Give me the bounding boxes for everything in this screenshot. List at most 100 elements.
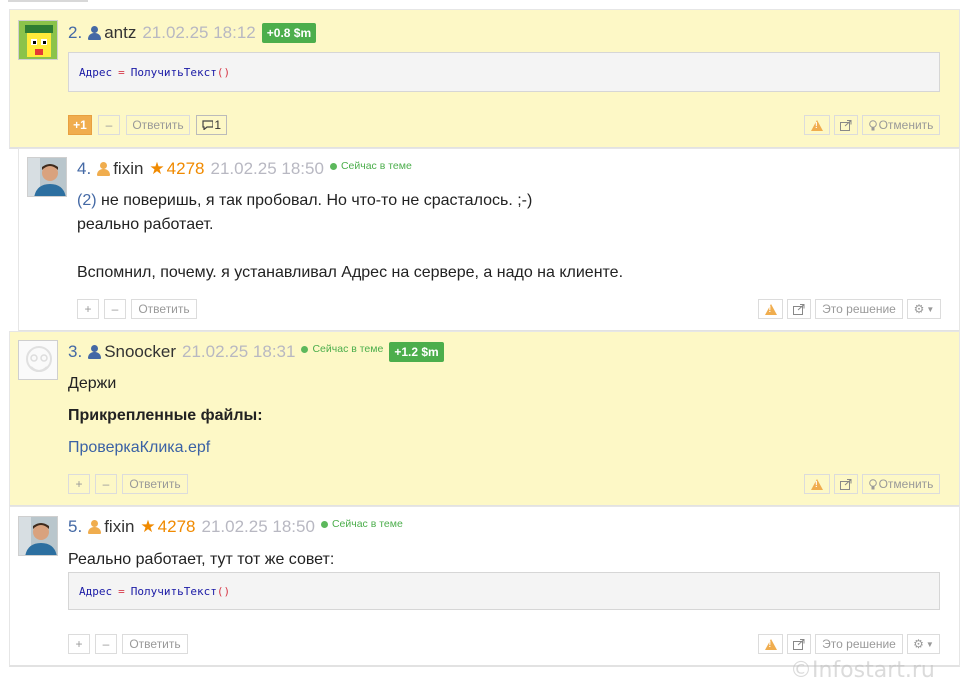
author-rating: 4278 — [166, 159, 205, 178]
warning-icon — [764, 303, 777, 315]
post-text: не поверишь, я так пробовал. Но что-то н… — [101, 192, 533, 209]
report-button[interactable] — [758, 299, 783, 319]
user-icon — [88, 520, 102, 534]
post-number[interactable]: 5. — [68, 517, 82, 537]
share-icon — [840, 478, 852, 490]
warning-icon — [764, 638, 777, 650]
share-icon — [840, 119, 852, 131]
minus-button[interactable]: – — [104, 299, 126, 319]
online-status: Сейчас в теме — [329, 160, 412, 172]
code-operator: = — [118, 584, 125, 598]
avatar-fixin[interactable] — [27, 157, 67, 197]
code-function: ПолучитьТекст — [130, 65, 217, 79]
post-number[interactable]: 4. — [77, 159, 91, 179]
author-name[interactable]: antz — [104, 23, 136, 43]
post-text: Держи — [68, 375, 117, 392]
warning-icon — [811, 119, 823, 131]
code-parens: () — [216, 65, 231, 79]
post-text-line-3: Вспомнил, почему. я устанавливал Адрес н… — [77, 264, 624, 281]
comments-count-button[interactable]: 1 — [196, 115, 227, 135]
user-icon — [88, 345, 102, 359]
post-date[interactable]: 21.02.25 18:50 — [202, 517, 315, 537]
caret-down-icon: ▼ — [926, 304, 935, 314]
report-button[interactable] — [804, 474, 830, 494]
code-identifier: Адрес — [79, 65, 113, 79]
post-number[interactable]: 3. — [68, 342, 82, 362]
share-button[interactable] — [834, 474, 858, 494]
plus-one-button[interactable]: +1 — [68, 115, 92, 135]
post-date[interactable]: 21.02.25 18:50 — [211, 159, 324, 179]
mark-solution-button[interactable]: Это решение — [815, 634, 903, 654]
settings-dropdown-button[interactable]: ⚙ ▼ — [907, 634, 940, 654]
avatar-fixin[interactable] — [18, 516, 58, 556]
post-header: 2. antz 21.02.25 18:12 +0.8 $m — [68, 22, 317, 44]
attachments-label: Прикрепленные файлы: — [68, 407, 263, 424]
avatar-fixin-image — [19, 517, 57, 555]
comment-icon — [202, 120, 214, 130]
avatar-snoocker-image — [19, 341, 57, 379]
settings-dropdown-button[interactable]: ⚙ ▼ — [907, 299, 941, 319]
post-text-line-1: (2) не поверишь, я так пробовал. Но что-… — [77, 189, 532, 213]
share-button[interactable] — [787, 299, 811, 319]
comments-count: 1 — [214, 118, 221, 132]
online-label: Сейчас в теме — [312, 343, 384, 355]
plus-button[interactable]: + — [77, 299, 99, 319]
avatar-antz[interactable] — [18, 20, 58, 60]
warning-icon — [811, 478, 823, 490]
share-button[interactable] — [834, 115, 858, 135]
post-header: 3. Snoocker 21.02.25 18:31 Сейчас в теме… — [68, 341, 444, 363]
code-identifier: Адрес — [79, 584, 113, 598]
reply-button[interactable]: Ответить — [122, 474, 188, 494]
mark-solution-button[interactable]: Это решение — [815, 299, 903, 319]
user-icon — [97, 162, 111, 176]
bulb-icon — [868, 119, 877, 130]
cancel-button[interactable]: Отменить — [862, 115, 940, 135]
reply-button[interactable]: Ответить — [122, 634, 188, 654]
bulb-icon — [868, 478, 877, 489]
avatar-fixin-image — [28, 158, 66, 196]
code-block: Адрес = ПолучитьТекст () — [68, 52, 940, 92]
post-header: 4. fixin ★ 4278 21.02.25 18:50 Сейчас в … — [77, 158, 418, 180]
share-button[interactable] — [787, 634, 811, 654]
plus-button[interactable]: + — [68, 634, 90, 654]
share-icon — [793, 303, 805, 315]
code-operator: = — [118, 65, 125, 79]
report-button[interactable] — [758, 634, 783, 654]
author-name[interactable]: Snoocker — [104, 342, 176, 362]
post-date[interactable]: 21.02.25 18:31 — [182, 342, 295, 362]
gear-icon: ⚙ — [913, 302, 925, 316]
star-icon: ★ — [140, 517, 156, 536]
top-divider — [8, 0, 88, 2]
cancel-button[interactable]: Отменить — [862, 474, 940, 494]
post-number[interactable]: 2. — [68, 23, 82, 43]
attachment-file-link[interactable]: ПроверкаКлика.epf — [68, 439, 210, 457]
code-block: Адрес = ПолучитьТекст () — [68, 572, 940, 610]
gear-icon: ⚙ — [913, 637, 924, 651]
online-status: Сейчас в теме — [320, 518, 403, 530]
minus-button[interactable]: – — [98, 115, 120, 135]
cancel-label: Отменить — [878, 477, 934, 491]
report-button[interactable] — [804, 115, 830, 135]
reply-button[interactable]: Ответить — [126, 115, 190, 135]
watermark: ©Infostart.ru — [790, 658, 935, 683]
minus-button[interactable]: – — [95, 634, 117, 654]
post-header: 5. fixin ★ 4278 21.02.25 18:50 Сейчас в … — [68, 516, 409, 538]
avatar-snoocker[interactable] — [18, 340, 58, 380]
minus-button[interactable]: – — [95, 474, 117, 494]
caret-down-icon: ▼ — [925, 639, 934, 649]
post-date[interactable]: 21.02.25 18:12 — [142, 23, 255, 43]
code-function: ПолучитьТекст — [130, 584, 217, 598]
user-icon — [88, 26, 102, 40]
author-name[interactable]: fixin — [113, 159, 143, 179]
author-name[interactable]: fixin — [104, 517, 134, 537]
online-dot — [301, 345, 309, 353]
reply-button[interactable]: Ответить — [131, 299, 197, 319]
online-label: Сейчас в теме — [340, 160, 412, 172]
money-badge: +0.8 $m — [261, 23, 317, 43]
quote-reference-link[interactable]: (2) — [77, 192, 97, 209]
code-parens: () — [216, 584, 231, 598]
comment-post-2: 2. antz 21.02.25 18:12 +0.8 $m Адрес = П… — [9, 9, 960, 149]
plus-button[interactable]: + — [68, 474, 90, 494]
post-text-line-2: реально работает. — [77, 216, 214, 233]
star-icon: ★ — [149, 159, 165, 178]
